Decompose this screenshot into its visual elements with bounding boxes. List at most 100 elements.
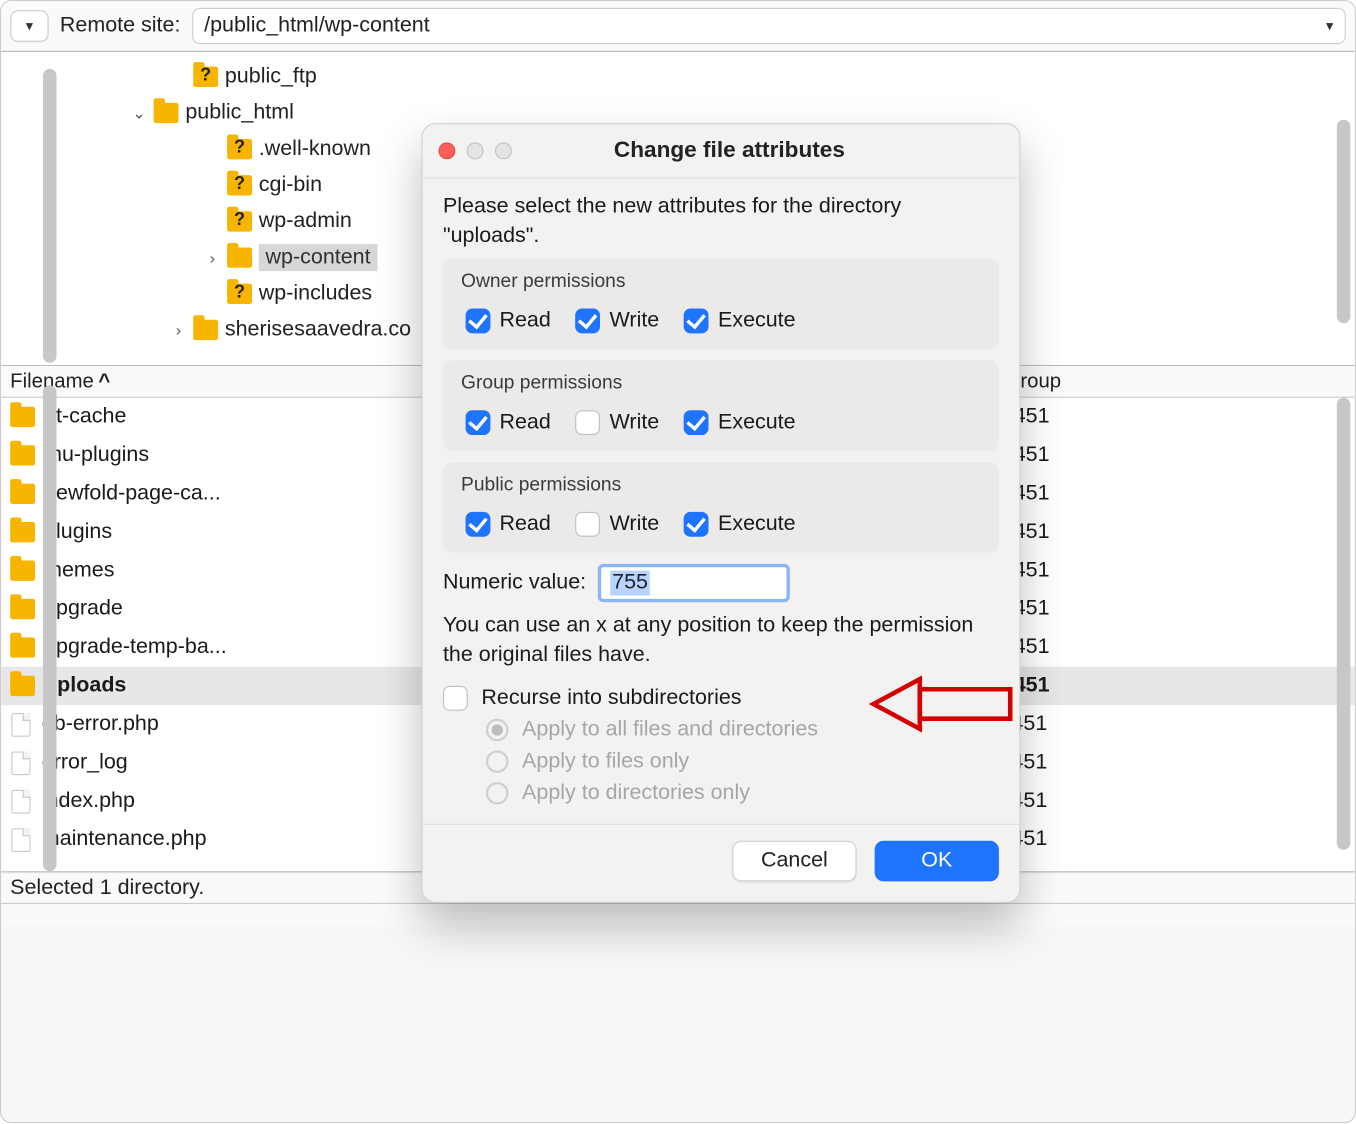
file-icon xyxy=(11,828,30,852)
dialog-buttons: Cancel OK xyxy=(443,840,999,881)
recurse-option: Apply to directories only xyxy=(486,780,999,805)
scrollbar[interactable] xyxy=(1337,120,1351,323)
remote-path-text: /public_html/wp-content xyxy=(204,14,430,39)
maximize-icon xyxy=(495,142,512,159)
folder-icon xyxy=(154,103,179,123)
dialog-title: Change file attributes xyxy=(523,138,935,164)
dialog-intro: Please select the new attributes for the… xyxy=(443,192,999,250)
numeric-value-input[interactable]: 755 xyxy=(597,564,789,602)
perm-write: Write xyxy=(576,309,660,334)
permission-group-label: Group permissions xyxy=(443,361,999,402)
file-icon xyxy=(11,789,30,813)
tree-item-label: wp-content xyxy=(259,244,378,271)
perm-execute-checkbox[interactable] xyxy=(684,512,709,537)
recurse-option-label: Apply to directories only xyxy=(522,780,750,805)
perm-write-label: Write xyxy=(610,309,660,334)
scrollbar[interactable] xyxy=(43,69,57,363)
recurse-radio xyxy=(486,750,509,773)
disclosure-icon[interactable]: › xyxy=(171,321,187,339)
perm-execute-label: Execute xyxy=(718,512,796,537)
perm-write: Write xyxy=(576,411,660,436)
folder-unknown-icon xyxy=(193,67,218,87)
perm-read-checkbox[interactable] xyxy=(466,512,491,537)
recurse-radio xyxy=(486,718,509,741)
numeric-value-hint: You can use an x at any position to keep… xyxy=(443,612,999,670)
folder-icon xyxy=(10,637,35,657)
perm-execute-checkbox[interactable] xyxy=(684,309,709,334)
perm-execute-label: Execute xyxy=(718,411,796,436)
titlebar: Change file attributes xyxy=(423,124,1020,178)
tree-item-label: .well-known xyxy=(259,137,371,162)
cancel-button[interactable]: Cancel xyxy=(732,840,856,881)
permission-group: Public permissions Read Write Execute xyxy=(443,462,999,552)
folder-unknown-icon xyxy=(227,175,252,195)
chevron-down-icon: ▾ xyxy=(26,17,33,35)
sort-asc-icon: ^ xyxy=(98,370,110,394)
recurse-radio xyxy=(486,781,509,804)
perm-write-label: Write xyxy=(610,411,660,436)
chevron-down-icon: ▾ xyxy=(1326,17,1333,35)
recurse-option-label: Apply to files only xyxy=(522,749,689,774)
remote-path-bar: ▾ Remote site: /public_html/wp-content ▾ xyxy=(1,1,1355,52)
folder-icon xyxy=(10,676,35,696)
disclosure-icon[interactable]: › xyxy=(205,249,221,267)
folder-icon xyxy=(10,560,35,580)
numeric-value-row: Numeric value: 755 xyxy=(443,564,999,602)
ok-button[interactable]: OK xyxy=(875,840,999,881)
file-icon xyxy=(11,751,30,775)
recurse-label: Recurse into subdirectories xyxy=(481,685,741,710)
perm-write-checkbox[interactable] xyxy=(576,411,601,436)
scrollbar[interactable] xyxy=(43,385,57,871)
folder-icon xyxy=(10,484,35,504)
permission-group-label: Public permissions xyxy=(443,462,999,503)
perm-read: Read xyxy=(466,512,551,537)
perm-execute: Execute xyxy=(684,512,795,537)
remote-path-input[interactable]: /public_html/wp-content ▾ xyxy=(192,8,1346,44)
file-icon xyxy=(11,712,30,736)
remote-site-label: Remote site: xyxy=(60,14,181,39)
perm-read: Read xyxy=(466,309,551,334)
perm-execute: Execute xyxy=(684,309,795,334)
history-dropdown[interactable]: ▾ xyxy=(10,10,48,42)
perm-read-label: Read xyxy=(499,512,550,537)
perm-write-checkbox[interactable] xyxy=(576,512,601,537)
folder-unknown-icon xyxy=(227,211,252,231)
minimize-icon xyxy=(467,142,484,159)
recurse-checkbox[interactable] xyxy=(443,685,468,710)
folder-icon xyxy=(193,320,218,340)
perm-write-checkbox[interactable] xyxy=(576,309,601,334)
permission-group: Owner permissions Read Write Execute xyxy=(443,259,999,349)
perm-read-label: Read xyxy=(499,411,550,436)
perm-read: Read xyxy=(466,411,551,436)
tree-item-label: wp-includes xyxy=(259,281,372,306)
recurse-option-label: Apply to all files and directories xyxy=(522,717,818,742)
change-attributes-dialog: Change file attributes Please select the… xyxy=(421,123,1020,902)
tree-item-label: wp-admin xyxy=(259,209,352,234)
scrollbar[interactable] xyxy=(1337,398,1351,850)
tree-item-label: cgi-bin xyxy=(259,173,322,198)
perm-write: Write xyxy=(576,512,660,537)
tree-item[interactable]: public_ftp xyxy=(1,59,1355,95)
permission-group-label: Owner permissions xyxy=(443,259,999,300)
perm-execute: Execute xyxy=(684,411,795,436)
folder-unknown-icon xyxy=(227,139,252,159)
disclosure-icon[interactable]: ⌄ xyxy=(131,103,147,122)
tree-item-label: public_ftp xyxy=(225,64,317,89)
annotation-arrow-icon xyxy=(858,672,1016,735)
folder-icon xyxy=(10,407,35,427)
folder-unknown-icon xyxy=(227,284,252,304)
close-icon[interactable] xyxy=(438,142,455,159)
perm-read-label: Read xyxy=(499,309,550,334)
folder-icon xyxy=(227,247,252,267)
perm-read-checkbox[interactable] xyxy=(466,411,491,436)
tree-item-label: sherisesaavedra.co xyxy=(225,318,411,343)
perm-execute-label: Execute xyxy=(718,309,796,334)
folder-icon xyxy=(10,599,35,619)
perm-write-label: Write xyxy=(610,512,660,537)
folder-icon xyxy=(10,445,35,465)
perm-read-checkbox[interactable] xyxy=(466,309,491,334)
tree-item-label: public_html xyxy=(185,101,294,126)
permission-group: Group permissions Read Write Execute xyxy=(443,361,999,451)
perm-execute-checkbox[interactable] xyxy=(684,411,709,436)
folder-icon xyxy=(10,522,35,542)
